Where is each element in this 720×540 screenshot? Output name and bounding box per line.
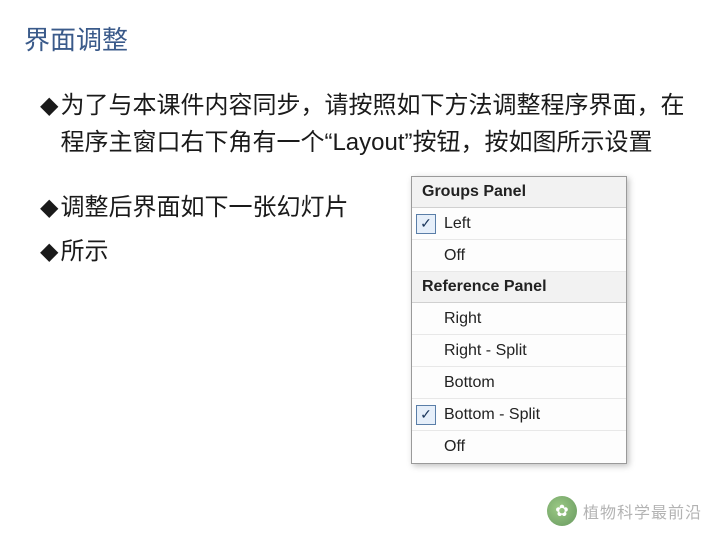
menu-item-label: Off bbox=[440, 438, 626, 456]
menu-item-off[interactable]: Off bbox=[412, 431, 626, 463]
check-icon: ✓ bbox=[412, 214, 440, 234]
bullet-marker: ◆ bbox=[40, 87, 58, 161]
menu-item-label: Off bbox=[440, 247, 626, 265]
wechat-icon: ✿ bbox=[547, 496, 577, 526]
menu-item-label: Right bbox=[440, 310, 626, 328]
menu-item-label: Left bbox=[440, 215, 626, 233]
menu-item-bottom-split[interactable]: ✓ Bottom - Split bbox=[412, 399, 626, 431]
menu-item-right-split[interactable]: Right - Split bbox=[412, 335, 626, 367]
layout-menu[interactable]: Groups Panel ✓ Left Off Reference Panel … bbox=[411, 176, 627, 464]
check-icon: ✓ bbox=[412, 405, 440, 425]
bullet-text: 为了与本课件内容同步，请按照如下方法调整程序界面，在程序主窗口右下角有一个“La… bbox=[60, 87, 690, 161]
menu-section-header-groups: Groups Panel bbox=[412, 177, 626, 208]
bullet-marker: ◆ bbox=[40, 233, 58, 270]
menu-item-label: Right - Split bbox=[440, 342, 626, 360]
slide-title: 界面调整 bbox=[0, 0, 720, 57]
menu-item-off[interactable]: Off bbox=[412, 240, 626, 272]
watermark: ✿ 植物科学最前沿 bbox=[547, 496, 702, 526]
menu-item-left[interactable]: ✓ Left bbox=[412, 208, 626, 240]
watermark-text: 植物科学最前沿 bbox=[583, 499, 702, 523]
menu-item-label: Bottom - Split bbox=[440, 406, 626, 424]
menu-item-bottom[interactable]: Bottom bbox=[412, 367, 626, 399]
bullet-marker: ◆ bbox=[40, 189, 58, 226]
bullet-item: ◆ 为了与本课件内容同步，请按照如下方法调整程序界面，在程序主窗口右下角有一个“… bbox=[40, 87, 690, 161]
menu-item-label: Bottom bbox=[440, 374, 626, 392]
menu-item-right[interactable]: Right bbox=[412, 303, 626, 335]
menu-section-header-reference: Reference Panel bbox=[412, 272, 626, 303]
